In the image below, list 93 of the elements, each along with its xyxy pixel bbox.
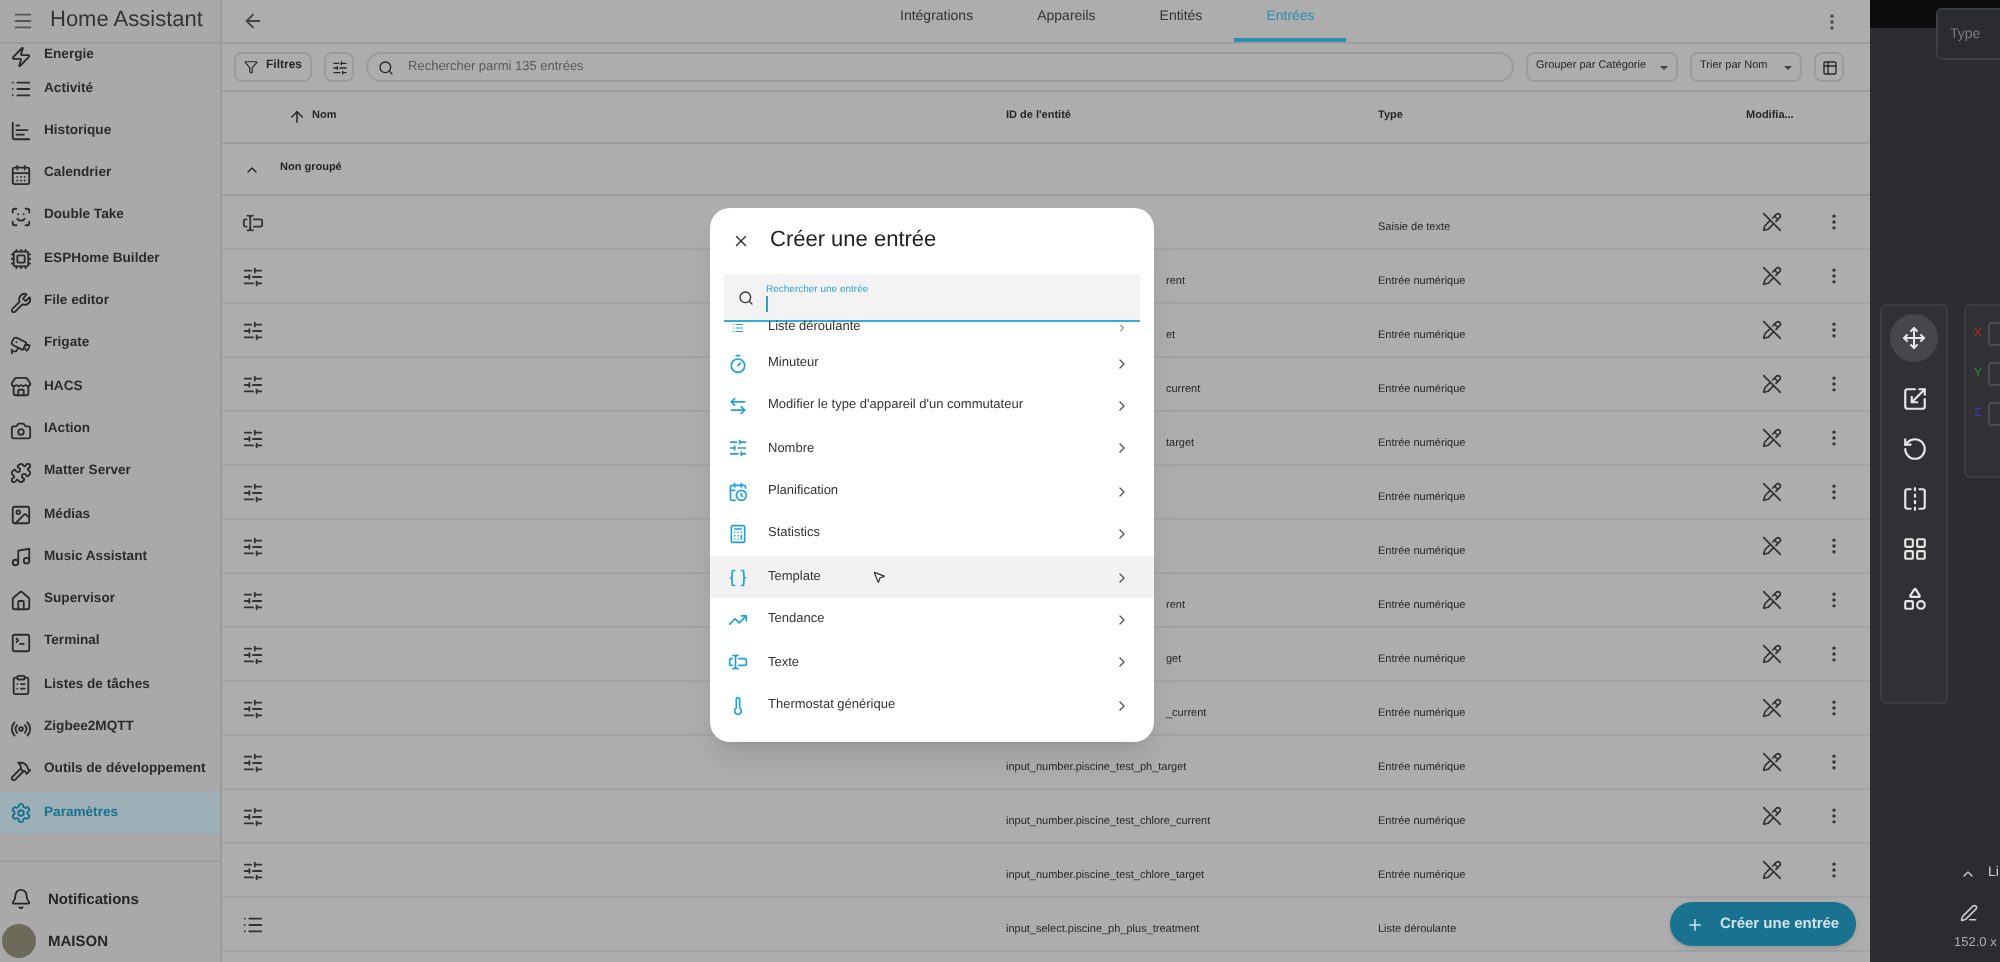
pencil-off-icon	[1762, 374, 1782, 394]
chevron-right-icon	[1114, 697, 1130, 714]
slider-icon	[242, 805, 264, 827]
settings-icon	[10, 802, 32, 825]
store-icon	[10, 376, 32, 399]
pencil-off-icon	[1762, 644, 1782, 664]
pencil-off-icon	[1762, 806, 1782, 826]
plus-icon	[1686, 915, 1704, 933]
pencil-off-icon	[1762, 266, 1782, 286]
pencil-off-icon	[1762, 482, 1782, 502]
table-settings-button[interactable]	[1814, 52, 1845, 82]
filter-icon	[244, 60, 258, 74]
app-title: Home Assistant	[50, 6, 203, 37]
clipboard-icon	[10, 674, 32, 697]
table-icon	[1821, 59, 1838, 75]
menu-icon[interactable]	[12, 10, 34, 32]
bolt-icon	[10, 45, 32, 67]
thermometer-icon	[728, 695, 748, 716]
chevron-right-icon	[1114, 526, 1130, 543]
pointer-cursor-icon	[872, 570, 886, 585]
slider-icon	[242, 319, 264, 341]
text-input-icon	[728, 652, 748, 673]
pencil-off-icon	[1762, 428, 1782, 448]
chevron-right-icon	[1114, 322, 1130, 334]
dialog-title: Créer une entrée	[770, 226, 937, 257]
pencil-off-icon	[1762, 536, 1782, 556]
pencil-off-icon	[1762, 752, 1782, 772]
settings-button[interactable]	[324, 52, 355, 82]
bell-icon	[10, 888, 32, 910]
scale-icon[interactable]	[1901, 386, 1927, 412]
dropdown-caret-icon	[1784, 65, 1793, 69]
wrench-icon	[10, 291, 32, 314]
slider-icon	[242, 697, 264, 719]
close-icon[interactable]	[732, 232, 750, 250]
back-arrow-icon[interactable]	[242, 10, 264, 32]
radio-icon	[10, 717, 32, 740]
chevron-right-icon	[1114, 569, 1130, 586]
slider-icon	[242, 427, 264, 449]
pencil-off-icon	[1762, 698, 1782, 718]
sort-arrow-icon	[288, 108, 306, 126]
slider-icon	[242, 751, 264, 773]
camera-icon	[10, 333, 32, 356]
list-icon	[10, 78, 32, 101]
slider-icon	[242, 589, 264, 611]
list-icon	[242, 913, 264, 935]
chevron-right-icon	[1114, 440, 1130, 457]
image-icon	[10, 504, 32, 527]
slider-icon	[242, 373, 264, 395]
slider-icon	[242, 535, 264, 557]
chevron-right-icon	[1114, 654, 1130, 671]
avatar	[2, 924, 36, 958]
chart-icon	[10, 120, 32, 143]
sliders-icon	[331, 59, 348, 75]
move-icon	[1902, 326, 1926, 350]
home-icon	[10, 589, 32, 612]
pencil-off-icon	[1762, 590, 1782, 610]
terminal-icon	[10, 632, 32, 654]
slider-icon	[242, 265, 264, 287]
move-tool-button[interactable]	[1890, 314, 1938, 362]
grid-icon[interactable]	[1901, 536, 1927, 562]
timer-icon	[728, 353, 748, 374]
calculator-icon	[728, 524, 748, 545]
shapes-icon[interactable]	[1901, 586, 1927, 612]
chevron-right-icon	[1114, 483, 1130, 500]
pencil-off-icon	[1762, 212, 1782, 232]
slider-icon	[728, 438, 748, 459]
slider-icon	[242, 859, 264, 881]
mirror-icon[interactable]	[1901, 486, 1927, 512]
pen-icon[interactable]	[1960, 904, 1978, 922]
camera-icon	[10, 419, 32, 442]
text-input-icon	[242, 211, 264, 233]
braces-icon	[728, 567, 748, 588]
chevron-right-icon	[1114, 355, 1130, 372]
puzzle-icon	[10, 461, 32, 484]
trend-icon	[728, 610, 748, 631]
dropdown-caret-icon	[1660, 65, 1669, 69]
hammer-icon	[10, 759, 32, 782]
chevron-right-icon	[1114, 612, 1130, 629]
face-scan-icon	[10, 206, 32, 229]
slider-icon	[242, 643, 264, 665]
swap-arrows-icon	[728, 396, 748, 417]
calendar-clock-icon	[728, 481, 748, 502]
calendar-icon	[10, 163, 32, 186]
chip-icon	[10, 248, 32, 271]
pencil-off-icon	[1762, 320, 1782, 340]
music-icon	[10, 546, 32, 569]
chevron-right-icon	[1114, 398, 1130, 415]
slider-icon	[242, 481, 264, 503]
rotate-icon[interactable]	[1901, 436, 1927, 462]
pencil-off-icon	[1762, 860, 1782, 880]
search-icon	[378, 59, 395, 75]
text-cursor	[766, 295, 768, 311]
search-icon	[738, 289, 754, 305]
